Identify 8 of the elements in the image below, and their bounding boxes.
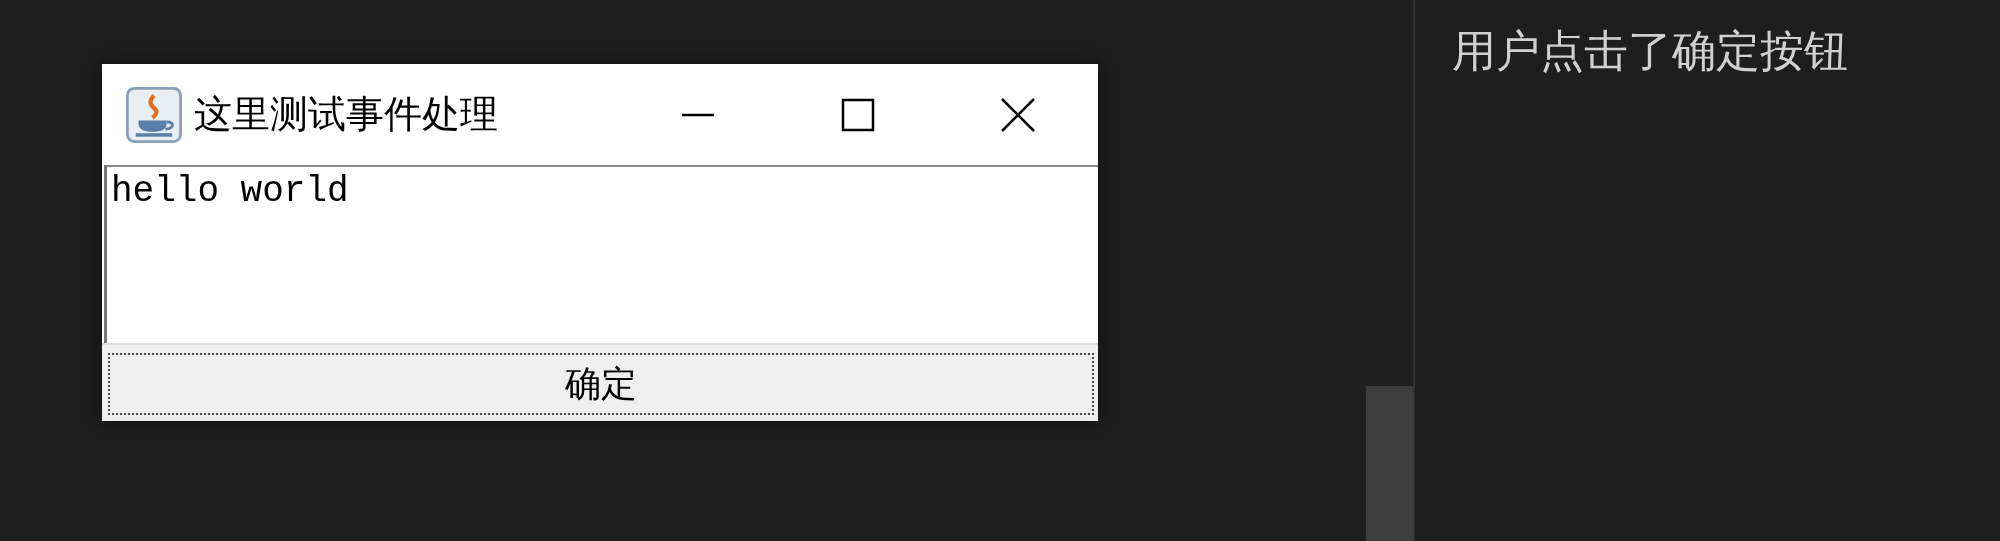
coffee-cup-icon (126, 86, 182, 143)
scrollbar[interactable] (1366, 0, 1415, 541)
window-title: 这里测试事件处理 (194, 91, 498, 138)
minimize-icon (682, 112, 714, 117)
scrollbar-thumb[interactable] (1366, 386, 1413, 541)
ok-button[interactable]: 确定 (108, 353, 1094, 415)
console-output-line: 用户点击了确定按钮 (1452, 24, 1849, 78)
text-area[interactable]: hello world (104, 165, 1098, 343)
